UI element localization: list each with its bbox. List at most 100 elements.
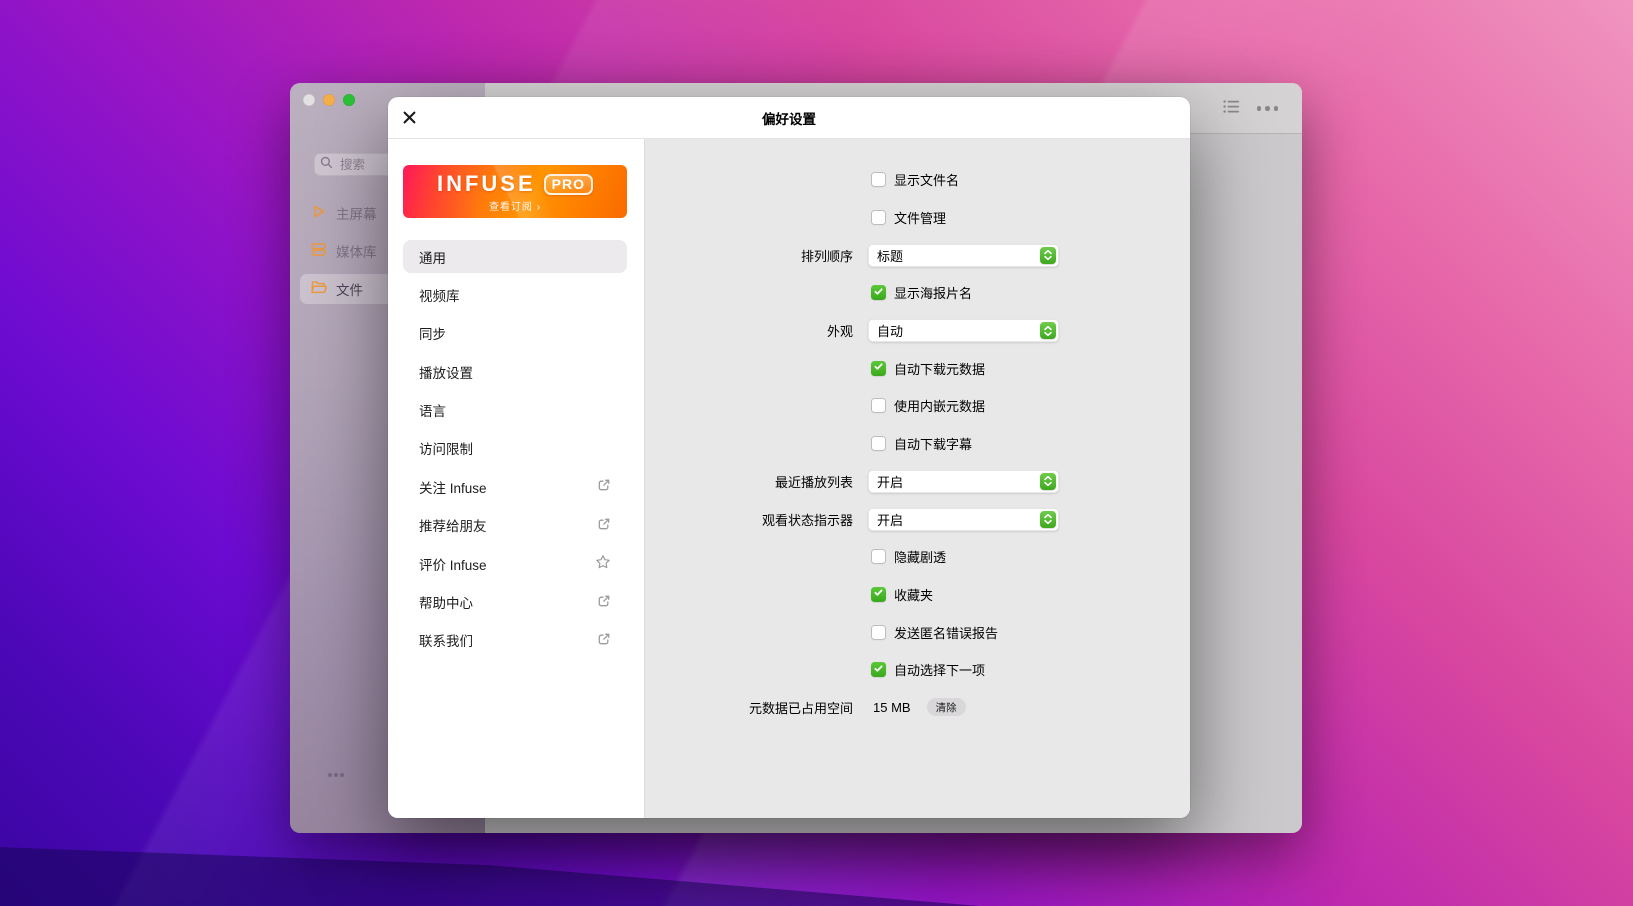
- sidebar-item-label: 主屏幕: [336, 203, 377, 223]
- setting-row-embedded-metadata: 使用内嵌元数据: [645, 387, 1190, 425]
- desktop-wallpaper: { "colors":{"accent_green":"#3fae23","ba…: [0, 0, 1633, 906]
- setting-row-send-error-reports: 发送匿名错误报告: [645, 613, 1190, 651]
- dialog-header: 偏好设置: [388, 97, 1190, 139]
- checkbox-send-error-reports[interactable]: [871, 625, 886, 640]
- setting-row-file-management: 文件管理: [645, 199, 1190, 237]
- settings-panel: 显示文件名文件管理排列顺序标题显示海报片名外观自动自动下载元数据使用内嵌元数据自…: [644, 139, 1190, 818]
- menu-item-language[interactable]: 语言: [403, 394, 627, 427]
- checkbox-favorites[interactable]: [871, 587, 886, 602]
- selected-value: 开启: [877, 472, 903, 491]
- play-icon: [310, 203, 327, 223]
- checkbox-show-poster-titles[interactable]: [871, 285, 886, 300]
- external-link-icon: [597, 632, 611, 649]
- menu-item-contact-us[interactable]: 联系我们: [403, 624, 627, 657]
- selected-value: 开启: [877, 510, 903, 529]
- stepper-icon: [1040, 473, 1056, 490]
- checkbox-label: 文件管理: [894, 208, 946, 227]
- external-link-icon: [597, 594, 611, 611]
- sidebar-item-label: 文件: [336, 279, 363, 299]
- setting-label: 最近播放列表: [645, 472, 853, 491]
- checkbox-label: 发送匿名错误报告: [894, 623, 998, 642]
- menu-item-follow-infuse[interactable]: 关注 Infuse: [403, 470, 627, 503]
- setting-row-metadata-storage: 元数据已占用空间15 MB清除: [645, 689, 1190, 727]
- menu-item-label: 通用: [419, 247, 446, 267]
- external-link-icon: [597, 478, 611, 495]
- window-controls: [303, 94, 355, 106]
- setting-label: 排列顺序: [645, 246, 853, 265]
- zoom-window-button[interactable]: [343, 94, 355, 106]
- menu-item-label: 视频库: [419, 285, 460, 305]
- check-icon: [873, 359, 884, 377]
- check-icon: [873, 661, 884, 679]
- check-icon: [873, 585, 884, 603]
- chevron-right-icon: ›: [537, 202, 541, 213]
- checkbox-label: 显示海报片名: [894, 283, 972, 302]
- sidebar-more-icon[interactable]: [328, 773, 344, 777]
- menu-item-rate-infuse[interactable]: 评价 Infuse: [403, 547, 627, 580]
- pro-badge: PRO: [544, 174, 593, 195]
- setting-row-sort-order: 排列顺序 标题: [645, 236, 1190, 274]
- checkbox-label: 自动选择下一项: [894, 660, 985, 679]
- select-sort-order[interactable]: 标题: [868, 244, 1059, 267]
- external-link-icon: [597, 517, 611, 534]
- close-window-button[interactable]: [303, 94, 315, 106]
- check-icon: [873, 284, 884, 302]
- checkbox-file-management[interactable]: [871, 210, 886, 225]
- setting-row-favorites: 收藏夹: [645, 576, 1190, 614]
- metadata-size-value: 15 MB: [873, 700, 911, 715]
- checkbox-label: 收藏夹: [894, 585, 933, 604]
- setting-label: 观看状态指示器: [645, 510, 853, 529]
- select-appearance[interactable]: 自动: [868, 319, 1059, 342]
- stepper-icon: [1040, 511, 1056, 528]
- menu-item-label: 访问限制: [419, 438, 473, 458]
- stepper-icon: [1040, 247, 1056, 264]
- minimize-window-button[interactable]: [323, 94, 335, 106]
- folder-icon: [310, 279, 327, 299]
- setting-row-auto-download-subtitles: 自动下载字幕: [645, 425, 1190, 463]
- menu-item-restrictions[interactable]: 访问限制: [403, 432, 627, 465]
- stepper-icon: [1040, 322, 1056, 339]
- checkbox-label: 自动下载元数据: [894, 359, 985, 378]
- preferences-dialog: 偏好设置 INFUSE PRO 查看订阅 › 通用视频库同步播放设置语言访问限制…: [388, 97, 1190, 818]
- setting-row-recently-played-list: 最近播放列表 开启: [645, 463, 1190, 501]
- menu-item-sync[interactable]: 同步: [403, 317, 627, 350]
- menu-item-playback[interactable]: 播放设置: [403, 355, 627, 388]
- checkbox-show-filenames[interactable]: [871, 172, 886, 187]
- menu-item-help-center[interactable]: 帮助中心: [403, 586, 627, 619]
- menu-item-label: 语言: [419, 400, 446, 420]
- clear-metadata-button[interactable]: 清除: [927, 698, 966, 716]
- queue-list-icon[interactable]: [1223, 99, 1240, 120]
- sidebar-item-label: 媒体库: [336, 241, 377, 261]
- preferences-sidebar: INFUSE PRO 查看订阅 › 通用视频库同步播放设置语言访问限制关注 In…: [388, 139, 644, 818]
- setting-row-watched-indicators: 观看状态指示器 开启: [645, 500, 1190, 538]
- more-icon[interactable]: [1257, 106, 1279, 111]
- setting-row-appearance: 外观自动: [645, 312, 1190, 350]
- menu-item-general[interactable]: 通用: [403, 240, 627, 273]
- menu-item-label: 评价 Infuse: [419, 554, 487, 574]
- view-subscription-link[interactable]: 查看订阅 ›: [403, 198, 627, 213]
- star-icon: [595, 554, 611, 573]
- setting-row-hide-spoilers: 隐藏剧透: [645, 538, 1190, 576]
- checkbox-auto-download-subtitles[interactable]: [871, 436, 886, 451]
- checkbox-label: 使用内嵌元数据: [894, 396, 985, 415]
- setting-label: 外观: [645, 321, 853, 340]
- setting-row-show-poster-titles: 显示海报片名: [645, 274, 1190, 312]
- menu-item-video-library[interactable]: 视频库: [403, 278, 627, 311]
- infuse-pro-banner[interactable]: INFUSE PRO 查看订阅 ›: [403, 165, 627, 218]
- selected-value: 标题: [877, 246, 903, 265]
- select-recently-played-list[interactable]: 开启: [868, 470, 1059, 493]
- menu-item-label: 播放设置: [419, 362, 473, 382]
- menu-item-label: 关注 Infuse: [419, 477, 487, 497]
- checkbox-embedded-metadata[interactable]: [871, 398, 886, 413]
- checkbox-hide-spoilers[interactable]: [871, 549, 886, 564]
- checkbox-auto-fetch-metadata[interactable]: [871, 361, 886, 376]
- close-icon[interactable]: [401, 109, 418, 126]
- search-icon: [320, 156, 333, 174]
- setting-row-show-filenames: 显示文件名: [645, 161, 1190, 199]
- select-watched-indicators[interactable]: 开启: [868, 508, 1059, 531]
- menu-item-recommend-to-friends[interactable]: 推荐给朋友: [403, 509, 627, 542]
- menu-item-label: 联系我们: [419, 630, 473, 650]
- menu-item-label: 同步: [419, 323, 446, 343]
- checkbox-label: 自动下载字幕: [894, 434, 972, 453]
- checkbox-auto-select-next[interactable]: [871, 662, 886, 677]
